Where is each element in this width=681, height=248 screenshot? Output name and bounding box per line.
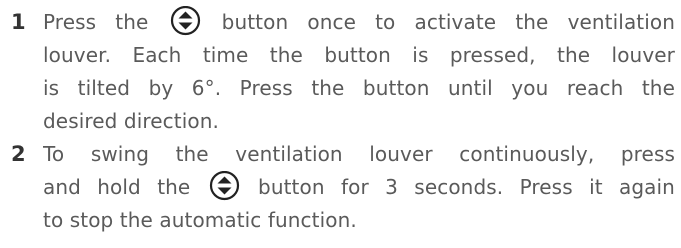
step-text: To swing the ventilation louver continuo… [43,138,675,237]
step-text: Press the button once to activate the ve… [43,6,675,138]
step-number: 1 [11,10,26,34]
up-down-arrow-button-icon [170,6,201,36]
up-down-arrow-button-icon [209,171,240,201]
text-segment: button once to activate the ventilation [221,10,675,34]
text-line: to stop the automatic function. [43,208,357,232]
text-segment: and hold the [43,175,191,199]
text-line: is tilted by 6°. Press the button until … [43,76,675,100]
text-line: Press the button once to activate the ve… [43,6,675,39]
text-line: louver. Each time the button is pressed,… [43,43,675,67]
text-line: To swing the ventilation louver continuo… [43,142,675,166]
text-line: desired direction. [43,109,219,133]
step-number: 2 [11,142,26,166]
text-line: and hold the button for 3 seconds. Press… [43,171,675,204]
text-segment: button for 3 seconds. Press it again [258,175,675,199]
text-segment: Press the [43,10,149,34]
